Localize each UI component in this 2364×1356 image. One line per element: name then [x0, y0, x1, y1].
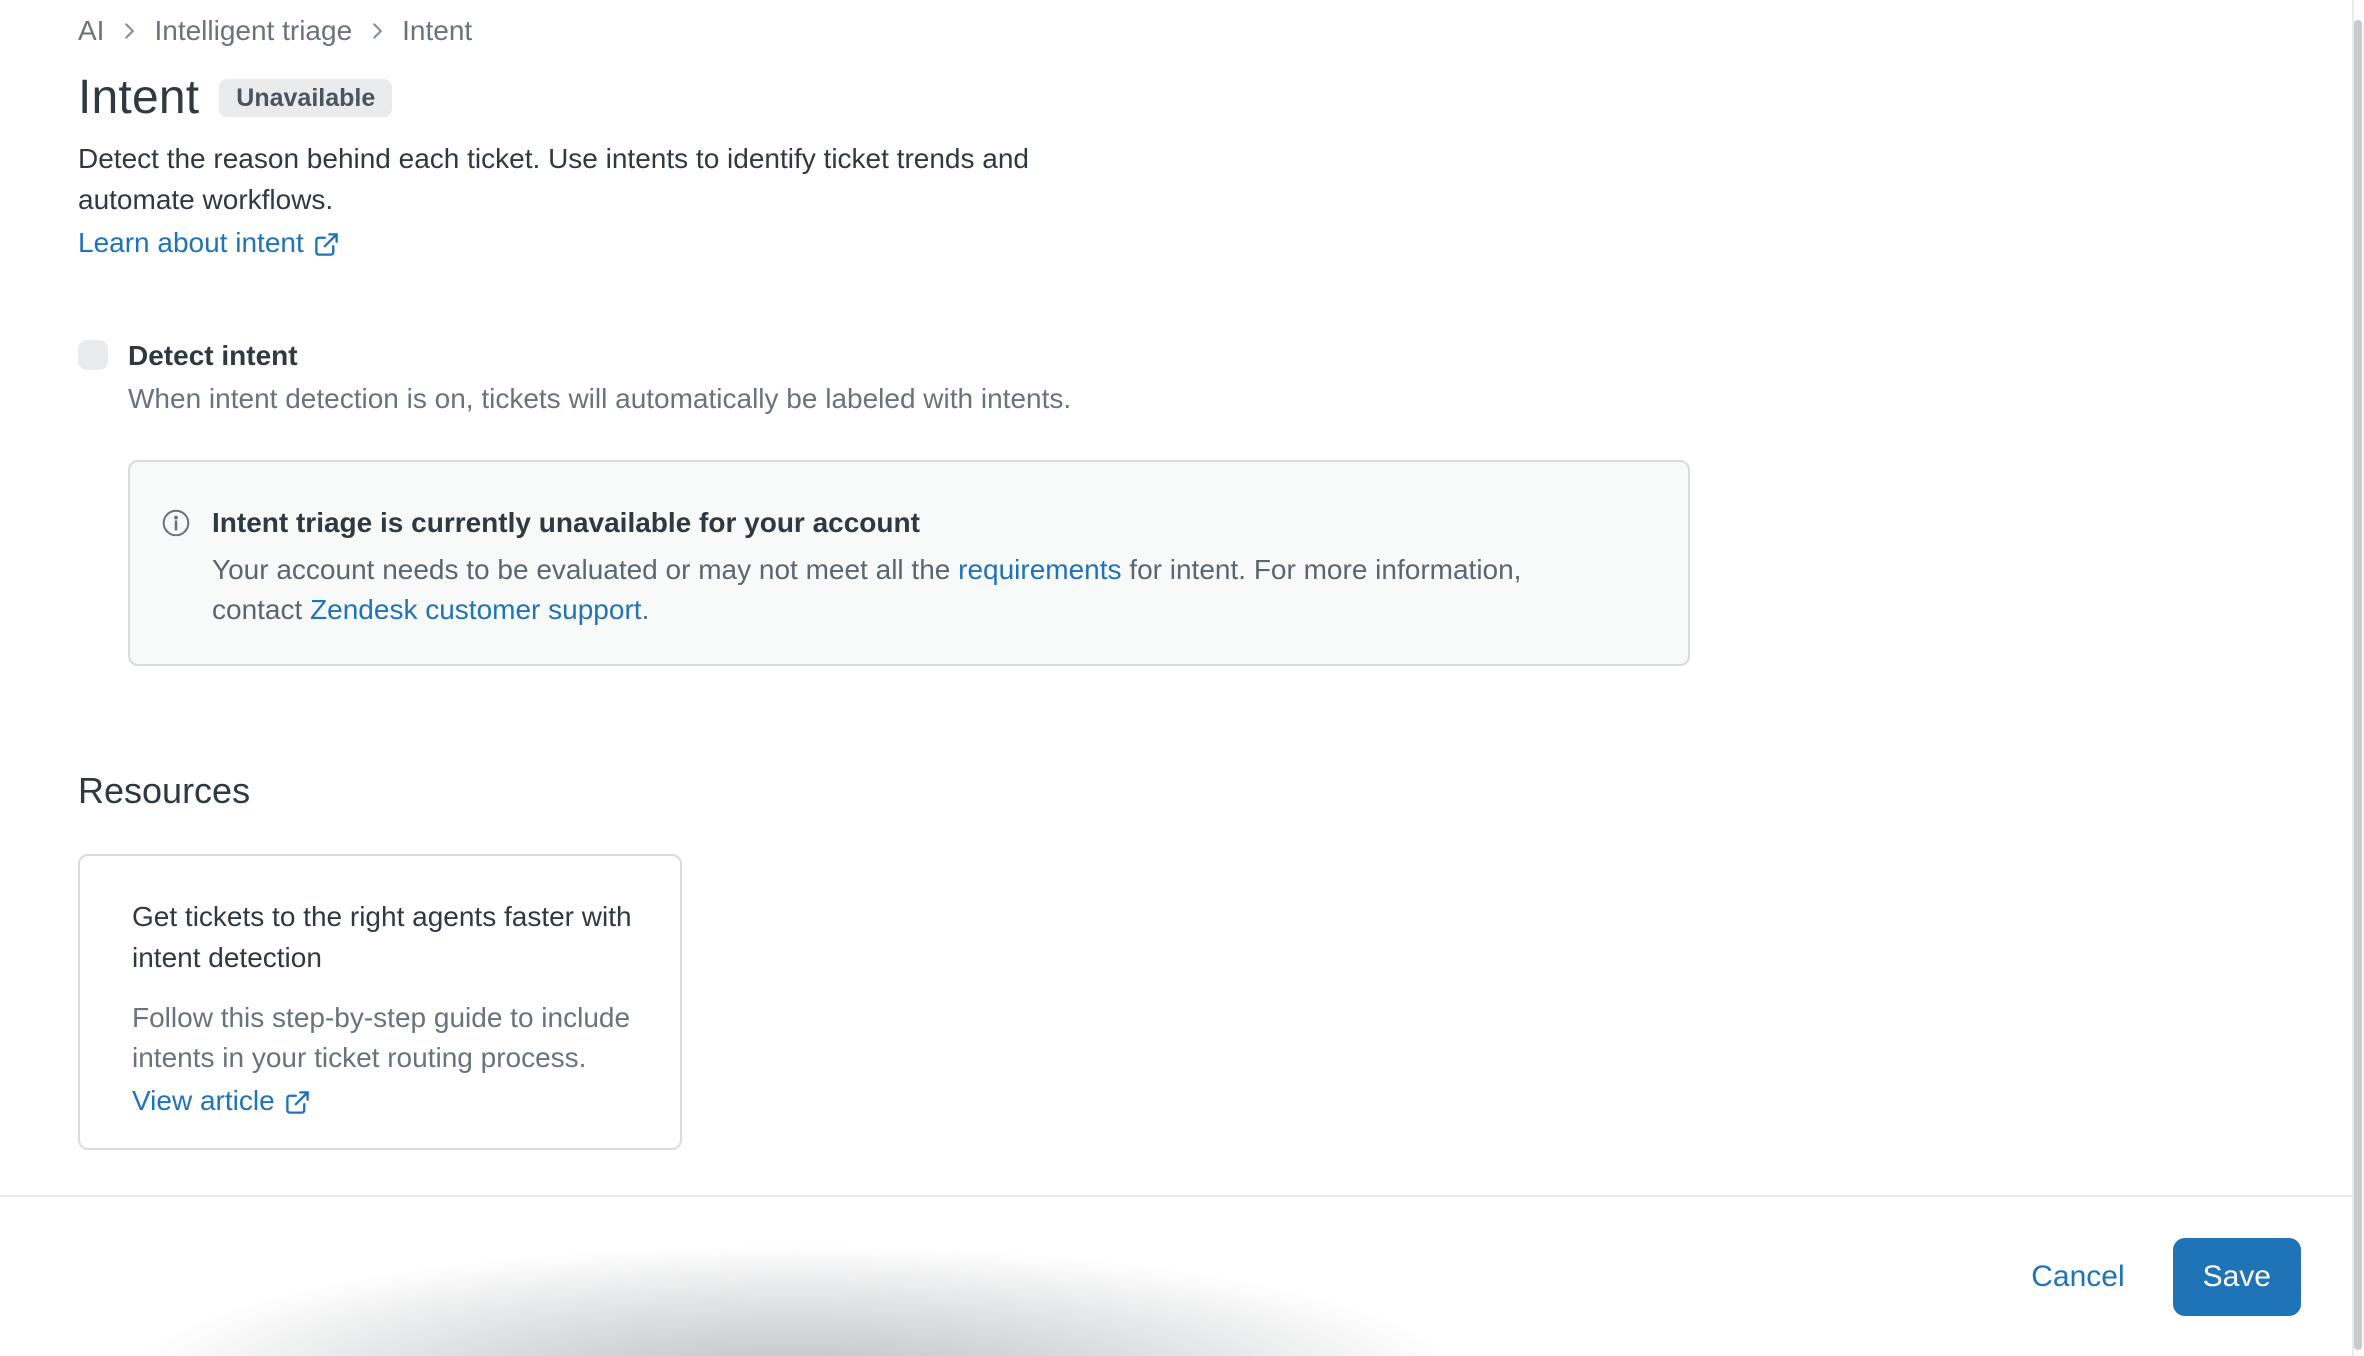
breadcrumb-item-intent: Intent	[402, 14, 472, 48]
detect-intent-helper: When intent detection is on, tickets wil…	[128, 382, 1778, 416]
resource-card-body: Follow this step-by-step guide to includ…	[132, 998, 632, 1078]
scrollbar	[2352, 0, 2364, 1356]
cancel-button[interactable]: Cancel	[2031, 1260, 2124, 1294]
page: AI Intelligent triage Intent Intent Unav…	[0, 0, 2364, 1356]
view-article-link[interactable]: View article	[132, 1084, 311, 1118]
info-alert: Intent triage is currently unavailable f…	[128, 460, 1690, 666]
view-article-label: View article	[132, 1084, 275, 1118]
alert-body: Your account needs to be evaluated or ma…	[212, 550, 1612, 630]
detect-intent-toggle[interactable]	[78, 340, 108, 370]
title-row: Intent Unavailable	[78, 70, 1778, 126]
main-content: AI Intelligent triage Intent Intent Unav…	[78, 14, 1778, 1150]
alert-body-text: .	[642, 594, 650, 625]
chevron-right-icon	[118, 20, 140, 42]
breadcrumb: AI Intelligent triage Intent	[78, 14, 1778, 48]
alert-title: Intent triage is currently unavailable f…	[212, 506, 1612, 540]
alert-content: Intent triage is currently unavailable f…	[212, 506, 1612, 630]
resources-heading: Resources	[78, 770, 1778, 812]
save-button[interactable]: Save	[2173, 1238, 2301, 1316]
resource-card-link-row: View article	[132, 1084, 628, 1118]
zendesk-support-link[interactable]: Zendesk customer support	[310, 594, 642, 625]
breadcrumb-item-ai[interactable]: AI	[78, 14, 104, 48]
resource-card: Get tickets to the right agents faster w…	[78, 854, 682, 1150]
external-link-icon	[284, 1089, 311, 1116]
status-badge: Unavailable	[219, 79, 392, 117]
breadcrumb-item-intelligent-triage[interactable]: Intelligent triage	[154, 14, 352, 48]
learn-about-intent-label: Learn about intent	[78, 226, 304, 260]
resource-card-title: Get tickets to the right agents faster w…	[132, 896, 632, 978]
detect-intent-column: Detect intent When intent detection is o…	[128, 340, 1778, 666]
chevron-right-icon	[366, 20, 388, 42]
alert-body-text: Your account needs to be evaluated or ma…	[212, 554, 958, 585]
detect-intent-label: Detect intent	[128, 340, 1778, 372]
scrollbar-thumb[interactable]	[2354, 20, 2362, 1350]
learn-link-row: Learn about intent	[78, 226, 1778, 260]
info-icon	[162, 509, 190, 630]
requirements-link[interactable]: requirements	[958, 554, 1121, 585]
footer: Cancel Save	[0, 1195, 2352, 1356]
page-description: Detect the reason behind each ticket. Us…	[78, 138, 1138, 220]
detect-intent-section: Detect intent When intent detection is o…	[78, 340, 1778, 666]
learn-about-intent-link[interactable]: Learn about intent	[78, 226, 340, 260]
page-title: Intent	[78, 70, 199, 126]
external-link-icon	[313, 231, 340, 258]
